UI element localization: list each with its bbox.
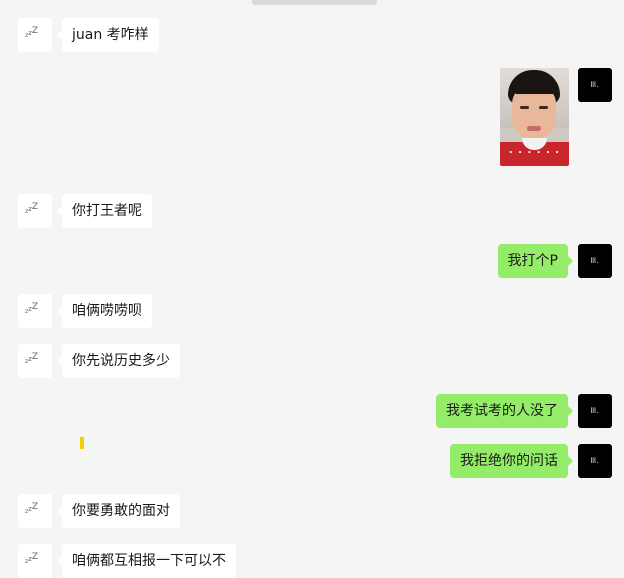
chat-message-area[interactable]: zzZ juan 考咋样 ꟾꟾꟾ. . . . . . . zzZ 你打王者呢 bbox=[0, 0, 624, 578]
scroll-handle[interactable] bbox=[252, 0, 377, 5]
message-bubble-received[interactable]: 你先说历史多少 bbox=[57, 344, 180, 378]
message-row: ꟾꟾꟾ. 我考试考的人没了 bbox=[436, 394, 612, 428]
message-bubble-received[interactable]: 咱俩都互相报一下可以不 bbox=[57, 544, 236, 578]
message-bubble-received[interactable]: 你打王者呢 bbox=[57, 194, 152, 228]
message-bubble-received[interactable]: 咱俩唠唠呗 bbox=[57, 294, 152, 328]
friend-avatar[interactable]: zzZ bbox=[18, 544, 52, 578]
small-white-mark-icon: ꟾꟾꟾ. bbox=[590, 407, 600, 415]
sleeping-zzz-icon: zzZ bbox=[25, 26, 39, 40]
message-row: ꟾꟾꟾ. 我拒绝你的问话 bbox=[450, 444, 612, 478]
message-bubble-received[interactable]: juan 考咋样 bbox=[57, 18, 159, 52]
my-avatar[interactable]: ꟾꟾꟾ. bbox=[578, 394, 612, 428]
small-white-mark-icon: ꟾꟾꟾ. bbox=[590, 81, 600, 89]
friend-avatar[interactable]: zzZ bbox=[18, 294, 52, 328]
friend-avatar[interactable]: zzZ bbox=[18, 18, 52, 52]
sticker-caption: . . . . . . bbox=[508, 145, 561, 156]
message-bubble-sent[interactable]: 我打个P bbox=[497, 244, 574, 278]
message-row: zzZ 你打王者呢 bbox=[18, 194, 152, 228]
sleeping-zzz-icon: zzZ bbox=[25, 202, 39, 216]
message-bubble-sent[interactable]: 我考试考的人没了 bbox=[436, 394, 573, 428]
message-row: zzZ juan 考咋样 bbox=[18, 18, 159, 52]
small-white-mark-icon: ꟾꟾꟾ. bbox=[590, 457, 600, 465]
small-white-mark-icon: ꟾꟾꟾ. bbox=[590, 257, 600, 265]
message-row: zzZ 你要勇敢的面对 bbox=[18, 494, 180, 528]
message-bubble-sent[interactable]: 我拒绝你的问话 bbox=[450, 444, 573, 478]
my-avatar[interactable]: ꟾꟾꟾ. bbox=[578, 444, 612, 478]
text-cursor-marker bbox=[80, 437, 84, 449]
message-row: zzZ 咱俩都互相报一下可以不 bbox=[18, 544, 236, 578]
message-row: ꟾꟾꟾ. 我打个P bbox=[497, 244, 612, 278]
sleeping-zzz-icon: zzZ bbox=[25, 302, 39, 316]
my-avatar[interactable]: ꟾꟾꟾ. bbox=[578, 68, 612, 102]
friend-avatar[interactable]: zzZ bbox=[18, 494, 52, 528]
message-row: zzZ 你先说历史多少 bbox=[18, 344, 180, 378]
sticker-photo-sent[interactable]: . . . . . . bbox=[500, 68, 569, 166]
message-bubble-received[interactable]: 你要勇敢的面对 bbox=[57, 494, 180, 528]
friend-avatar[interactable]: zzZ bbox=[18, 344, 52, 378]
friend-avatar[interactable]: zzZ bbox=[18, 194, 52, 228]
message-row: zzZ 咱俩唠唠呗 bbox=[18, 294, 152, 328]
sleeping-zzz-icon: zzZ bbox=[25, 502, 39, 516]
sleeping-zzz-icon: zzZ bbox=[25, 352, 39, 366]
my-avatar[interactable]: ꟾꟾꟾ. bbox=[578, 244, 612, 278]
sleeping-zzz-icon: zzZ bbox=[25, 552, 39, 566]
message-row: ꟾꟾꟾ. . . . . . . bbox=[500, 68, 612, 166]
